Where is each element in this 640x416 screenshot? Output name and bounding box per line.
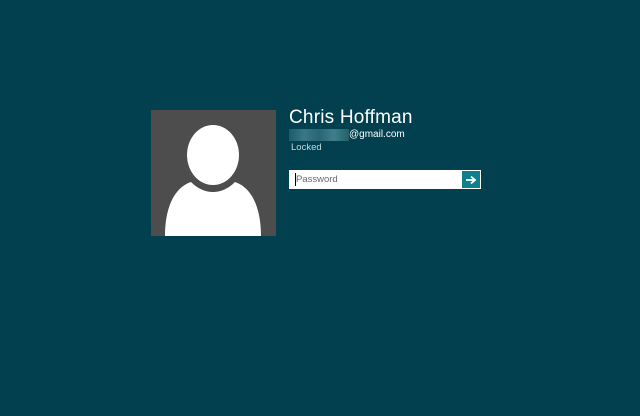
email-redacted-block [289,128,349,141]
user-email: @gmail.com [289,128,405,141]
user-silhouette-icon [165,125,261,236]
arrow-right-icon [466,175,477,184]
submit-button[interactable] [461,170,481,189]
email-domain: @gmail.com [349,128,405,140]
lock-screen: Chris Hoffman @gmail.com Locked [0,0,640,416]
lock-status: Locked [291,142,322,153]
avatar [151,110,276,236]
text-caret [295,173,296,186]
user-name: Chris Hoffman [289,107,413,128]
password-input[interactable] [289,170,461,189]
password-box [289,170,481,189]
